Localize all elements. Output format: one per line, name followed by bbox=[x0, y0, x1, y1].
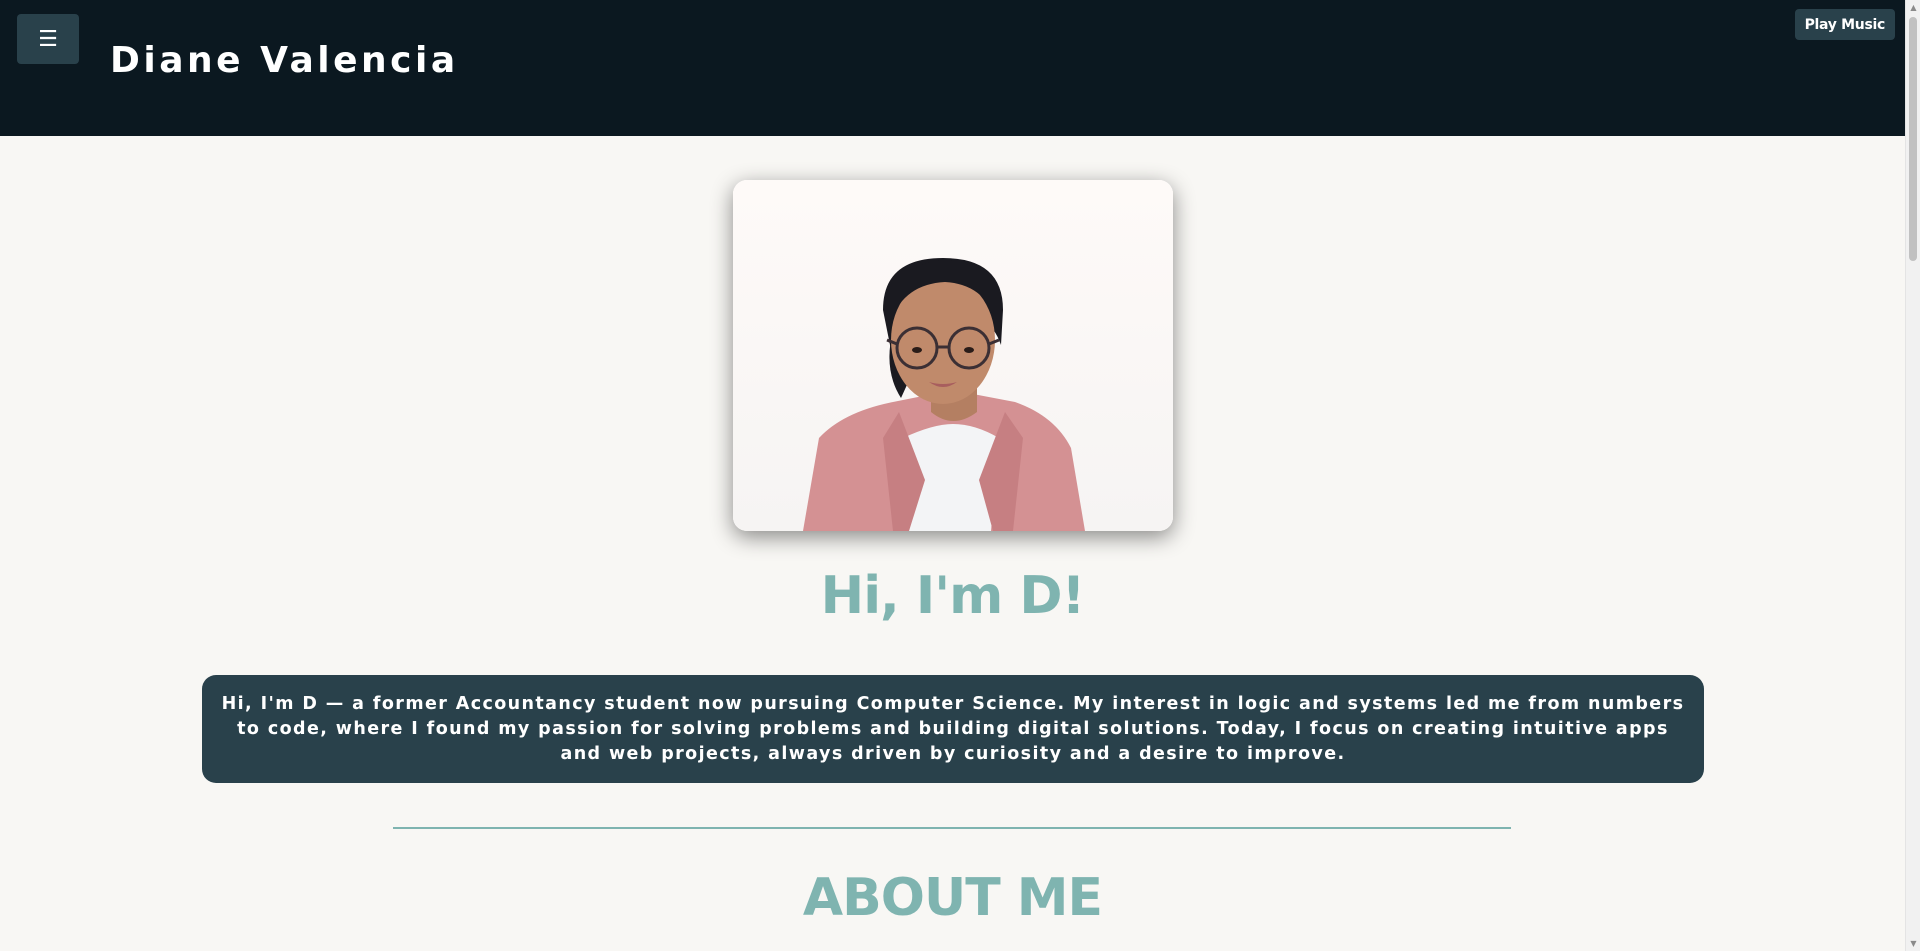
about-me-heading: ABOUT ME bbox=[802, 868, 1103, 928]
site-title: Diane Valencia bbox=[110, 40, 459, 81]
vertical-scrollbar[interactable]: ▲ ▼ bbox=[1905, 0, 1920, 951]
intro-text: Hi, I'm D — a former Accountancy student… bbox=[221, 693, 1685, 764]
site-header: ☰ Diane Valencia Play Music bbox=[0, 0, 1905, 136]
section-divider bbox=[393, 827, 1511, 829]
play-music-button[interactable]: Play Music bbox=[1794, 9, 1895, 40]
scroll-down-arrow-icon[interactable]: ▼ bbox=[1906, 936, 1920, 951]
intro-card: Hi, I'm D — a former Accountancy student… bbox=[202, 675, 1704, 783]
profile-photo bbox=[733, 180, 1173, 531]
scrollbar-thumb[interactable] bbox=[1909, 17, 1917, 261]
hamburger-menu-icon: ☰ bbox=[38, 26, 58, 52]
hero-heading: Hi, I'm D! bbox=[820, 566, 1086, 626]
profile-photo-illustration bbox=[733, 180, 1173, 531]
hamburger-menu-button[interactable]: ☰ bbox=[17, 14, 79, 64]
scroll-up-arrow-icon[interactable]: ▲ bbox=[1906, 0, 1920, 15]
